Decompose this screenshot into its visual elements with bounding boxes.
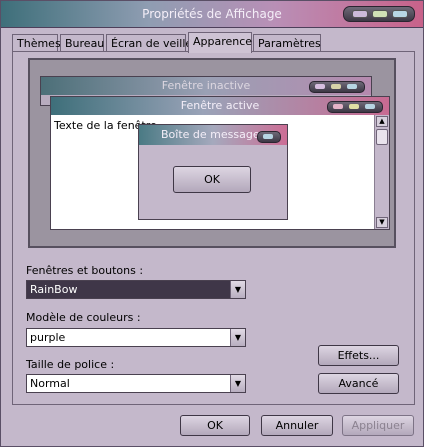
tab-appearance[interactable]: Apparence <box>188 32 252 53</box>
windows-buttons-value: RainBow <box>30 283 78 296</box>
font-size-label: Taille de police : <box>26 358 115 371</box>
font-size-value: Normal <box>30 377 70 390</box>
color-scheme-select[interactable]: purple ▼ <box>26 328 246 347</box>
message-box-close <box>257 131 281 143</box>
color-scheme-value: purple <box>30 331 66 344</box>
scroll-up-icon: ▲ <box>376 116 388 127</box>
font-size-select[interactable]: Normal ▼ <box>26 374 246 393</box>
preview-ok-button: OK <box>173 166 251 193</box>
tab-settings[interactable]: Paramètres <box>253 34 321 52</box>
close-button[interactable] <box>392 10 408 18</box>
color-scheme-label: Modèle de couleurs : <box>26 311 141 324</box>
preview-scrollbar: ▲ ▼ <box>374 115 389 229</box>
title-bar[interactable]: Propriétés de Affichage <box>1 1 423 28</box>
ok-button[interactable]: OK <box>180 415 250 436</box>
chevron-down-icon[interactable]: ▼ <box>230 281 245 298</box>
effects-button[interactable]: Effets... <box>318 345 399 366</box>
appearance-preview: Fenêtre inactive Fenêtre active Texte de… <box>28 58 396 248</box>
chevron-down-icon[interactable]: ▼ <box>230 329 245 346</box>
tab-screensaver[interactable]: Écran de veille <box>106 34 192 52</box>
inactive-window-controls <box>309 81 365 93</box>
preview-message-box: Boîte de message OK <box>138 124 288 220</box>
windows-buttons-select[interactable]: RainBow ▼ <box>26 280 246 299</box>
windows-buttons-label: Fenêtres et boutons : <box>26 264 144 277</box>
active-window-controls <box>327 101 383 113</box>
tab-themes[interactable]: Thèmes <box>12 34 61 52</box>
maximize-button[interactable] <box>372 10 388 18</box>
chevron-down-icon[interactable]: ▼ <box>230 375 245 392</box>
advanced-button[interactable]: Avancé <box>318 373 399 394</box>
minimize-button[interactable] <box>352 10 368 18</box>
apply-button[interactable]: Appliquer <box>342 415 414 436</box>
window-controls <box>343 6 415 22</box>
scroll-down-icon: ▼ <box>376 217 388 228</box>
display-properties-window: Propriétés de Affichage Thèmes Bureau Éc… <box>0 0 424 447</box>
cancel-button[interactable]: Annuler <box>261 415 333 436</box>
tab-desktop[interactable]: Bureau <box>60 34 104 52</box>
scroll-thumb <box>376 129 388 145</box>
